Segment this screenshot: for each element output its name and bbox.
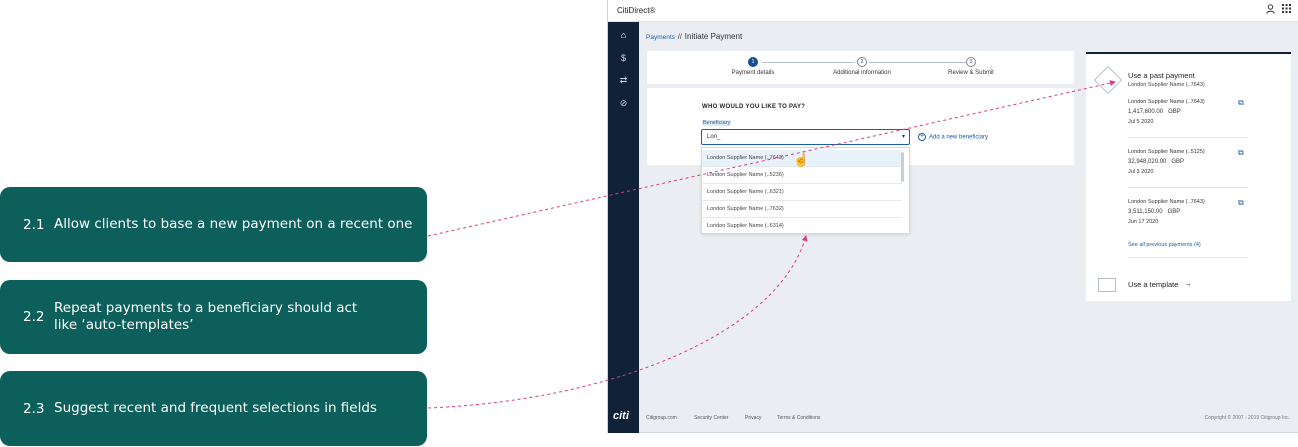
footer-link-security[interactable]: Security Center bbox=[694, 415, 728, 421]
apps-grid-icon[interactable] bbox=[1282, 4, 1291, 16]
payment-date: Jul 3 2020 bbox=[1128, 169, 1154, 175]
payment-currency: GBP bbox=[1171, 159, 1185, 165]
past-payment-item[interactable]: London Supplier Name (..5125) 32,948,020… bbox=[1128, 147, 1205, 177]
step-3-label: Review & Submit bbox=[948, 70, 994, 76]
callout-text: Suggest recent and frequent selections i… bbox=[54, 400, 377, 416]
top-bar: CitiDirect® bbox=[608, 0, 1298, 22]
step-1[interactable]: 1 Payment details bbox=[713, 57, 793, 76]
past-payment-icon bbox=[1093, 65, 1123, 95]
home-icon[interactable]: ⌂ bbox=[608, 30, 639, 40]
payment-amount: 3,511,150.00 bbox=[1128, 209, 1163, 215]
copyright: Copyright © 2007 - 2019 Citigroup Inc. bbox=[1204, 415, 1290, 421]
suggestion-item[interactable]: London Supplier Name (..7632) bbox=[702, 201, 902, 218]
past-payment-subtitle: London Supplier Name (..7643) bbox=[1128, 82, 1205, 88]
suggestion-item[interactable]: London Supplier Name (..6321) bbox=[702, 184, 902, 201]
plus-circle-icon: + bbox=[918, 133, 926, 141]
step-3[interactable]: 3 Review & Submit bbox=[931, 57, 1011, 76]
user-icon[interactable] bbox=[1266, 4, 1275, 17]
callout-number: 2.2 bbox=[23, 309, 45, 325]
callout-text: Repeat payments to a beneficiary should … bbox=[54, 300, 358, 333]
payment-beneficiary: London Supplier Name (..7643) bbox=[1128, 199, 1205, 205]
step-1-label: Payment details bbox=[731, 70, 775, 76]
step-1-dot: 1 bbox=[748, 57, 758, 67]
divider bbox=[1128, 137, 1248, 138]
callout-text: Allow clients to base a new payment on a… bbox=[54, 216, 413, 232]
footer-link-privacy[interactable]: Privacy bbox=[745, 415, 761, 421]
callout-2-1: 2.1 Allow clients to base a new payment … bbox=[0, 187, 427, 262]
use-template-button[interactable]: Use a template bbox=[1128, 280, 1178, 289]
suggestion-item[interactable]: London Supplier Name (..5236) bbox=[702, 167, 902, 184]
step-3-dot: 3 bbox=[966, 57, 976, 67]
callout-number: 2.1 bbox=[23, 216, 45, 233]
page-title: Initiate Payment bbox=[684, 32, 743, 41]
past-payment-item[interactable]: London Supplier Name (..7643) 3,511,150.… bbox=[1128, 197, 1205, 227]
beneficiary-input[interactable]: Lon_ ▾ bbox=[701, 129, 910, 145]
sidebar: ⌂ $ ⇄ ⊘ citi bbox=[608, 22, 639, 433]
payment-beneficiary: London Supplier Name (..5125) bbox=[1128, 149, 1205, 155]
step-2-dot: 2 bbox=[857, 57, 867, 67]
divider bbox=[1128, 187, 1248, 188]
callout-2-2: 2.2 Repeat payments to a beneficiary sho… bbox=[0, 280, 427, 354]
copy-icon[interactable]: ⧉ bbox=[1238, 198, 1244, 208]
payment-amount: 32,948,020.00 bbox=[1128, 159, 1167, 165]
breadcrumb-separator: // bbox=[677, 34, 682, 41]
callout-2-3: 2.3 Suggest recent and frequent selectio… bbox=[0, 371, 427, 446]
add-beneficiary-label: Add a new beneficiary bbox=[929, 134, 989, 141]
arrow-right-icon[interactable]: → bbox=[1184, 279, 1192, 288]
divider bbox=[1128, 257, 1248, 258]
payment-currency: GBP bbox=[1167, 209, 1181, 215]
payment-amount: 1,417,600.00 bbox=[1128, 109, 1164, 115]
payment-beneficiary: London Supplier Name (..7643) bbox=[1128, 99, 1205, 105]
callout-number: 2.3 bbox=[23, 400, 45, 417]
suggestion-item[interactable]: London Supplier Name (..6314) bbox=[702, 218, 902, 235]
stepper: 1 Payment details 2 Additional informati… bbox=[647, 51, 1074, 84]
step-2[interactable]: 2 Additional information bbox=[822, 57, 902, 76]
past-payment-item[interactable]: London Supplier Name (..7643) 1,417,600.… bbox=[1128, 97, 1205, 127]
payment-currency: GBP bbox=[1168, 109, 1181, 115]
copy-icon[interactable]: ⧉ bbox=[1238, 98, 1244, 108]
footer-link-terms[interactable]: Terms & Conditions bbox=[777, 415, 820, 421]
beneficiary-label: Beneficiary bbox=[702, 120, 732, 126]
brand-name: CitiDirect® bbox=[617, 6, 656, 15]
add-beneficiary-link[interactable]: + Add a new beneficiary bbox=[918, 133, 988, 141]
beneficiary-input-value: Lon_ bbox=[707, 134, 721, 140]
footer-link-citigroup[interactable]: Citigroup.com bbox=[646, 415, 677, 421]
dropdown-scrollbar[interactable] bbox=[901, 152, 904, 182]
citi-logo: citi bbox=[613, 410, 629, 422]
template-icon bbox=[1098, 278, 1116, 292]
hand-cursor-icon: ☝ bbox=[793, 152, 810, 167]
dollar-icon[interactable]: $ bbox=[608, 53, 639, 63]
breadcrumb-payments-link[interactable]: Payments bbox=[646, 34, 675, 41]
payment-date: Jul 5 2020 bbox=[1128, 119, 1154, 125]
form-question: WHO WOULD YOU LIKE TO PAY? bbox=[702, 104, 806, 110]
copy-icon[interactable]: ⧉ bbox=[1238, 148, 1244, 158]
payment-date: Jun 17 2020 bbox=[1128, 219, 1159, 225]
transfer-icon[interactable]: ⇄ bbox=[608, 75, 639, 86]
see-all-payments-link[interactable]: See all previous payments (4) bbox=[1128, 242, 1201, 248]
step-2-label: Additional information bbox=[833, 70, 891, 76]
past-payment-card: Use a past payment London Supplier Name … bbox=[1086, 52, 1291, 301]
chevron-down-icon[interactable]: ▾ bbox=[902, 133, 905, 140]
past-payment-title: Use a past payment bbox=[1128, 71, 1195, 80]
link-icon[interactable]: ⊘ bbox=[608, 98, 639, 109]
breadcrumb: Payments//Initiate Payment bbox=[646, 32, 742, 41]
